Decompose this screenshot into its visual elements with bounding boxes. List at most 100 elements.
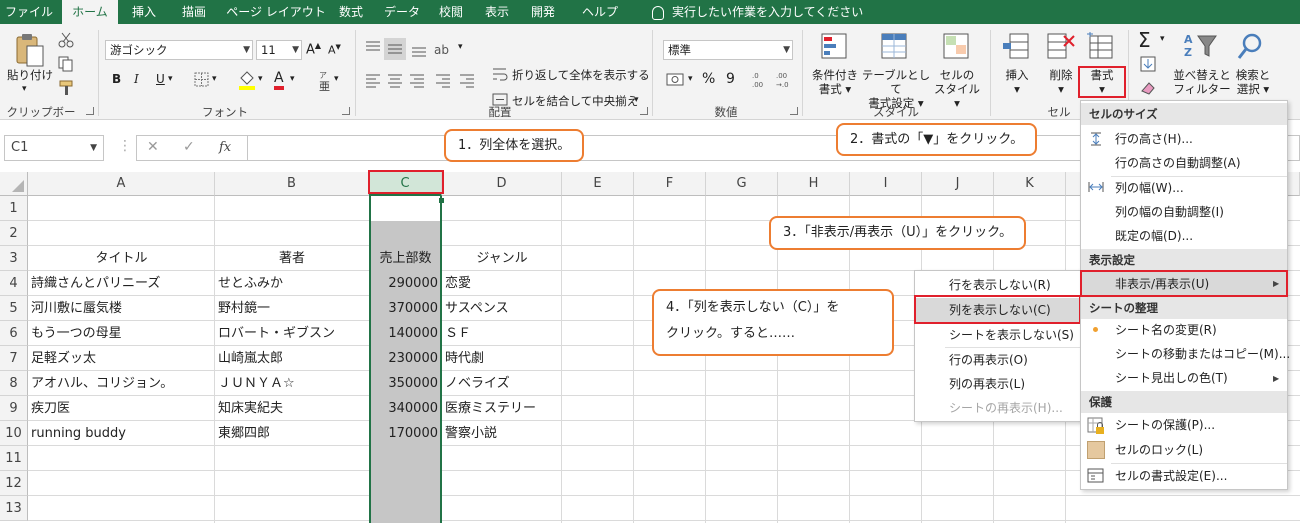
paste-label[interactable]: 貼り付け xyxy=(6,68,54,82)
bold-button[interactable]: B xyxy=(112,72,121,86)
cell-b8[interactable]: ＪＵＮＹＡ☆ xyxy=(218,371,368,396)
tab-home[interactable]: ホーム xyxy=(62,0,118,24)
menu-item-format-cells[interactable]: セルの書式設定(E)... xyxy=(1115,464,1227,488)
menu-item-protect-sheet[interactable]: シートの保護(P)... xyxy=(1115,413,1215,437)
tab-insert[interactable]: 挿入 xyxy=(124,0,164,24)
column-header-i[interactable]: I xyxy=(850,172,922,196)
cell-c5[interactable]: 370000 xyxy=(371,296,438,321)
column-header-d[interactable]: D xyxy=(442,172,562,196)
menu-item-autofit-row[interactable]: 行の高さの自動調整(A) xyxy=(1115,151,1241,175)
menu-item-default-width[interactable]: 既定の幅(D)... xyxy=(1115,224,1193,248)
cancel-icon[interactable]: ✕ xyxy=(147,139,159,155)
sort-filter-icon[interactable]: AZ xyxy=(1184,32,1218,62)
font-launcher-icon[interactable] xyxy=(342,107,350,115)
tab-view[interactable]: 表示 xyxy=(480,0,514,24)
row-header-1[interactable]: 1 xyxy=(0,196,28,221)
phonetic-dropdown-icon[interactable]: ▾ xyxy=(334,74,339,84)
clipboard-launcher-icon[interactable] xyxy=(86,107,94,115)
delete-cells-button[interactable]: 削除 ▾ xyxy=(1040,68,1082,96)
cell-b4[interactable]: せとふみか xyxy=(218,271,368,296)
alignment-launcher-icon[interactable] xyxy=(640,107,648,115)
cell-styles-icon[interactable] xyxy=(942,32,972,62)
column-header-g[interactable]: G xyxy=(706,172,778,196)
select-all-button[interactable] xyxy=(0,172,28,196)
conditional-formatting-button[interactable]: 条件付き 書式 ▾ xyxy=(808,68,862,96)
accounting-dropdown-icon[interactable]: ▾ xyxy=(688,74,693,84)
copy-icon[interactable] xyxy=(58,56,74,72)
row-header-9[interactable]: 9 xyxy=(0,396,28,421)
grow-font-button[interactable]: A▲ xyxy=(306,41,321,57)
paste-icon[interactable] xyxy=(14,32,46,68)
column-header-b[interactable]: B xyxy=(215,172,369,196)
cell-c10[interactable]: 170000 xyxy=(371,421,438,446)
cell-b3[interactable]: 著者 xyxy=(217,246,367,271)
shrink-font-button[interactable]: A▼ xyxy=(328,43,341,57)
horizontal-align-icons[interactable] xyxy=(364,72,484,90)
tab-draw[interactable]: 描画 xyxy=(172,0,216,24)
row-header-12[interactable]: 12 xyxy=(0,471,28,496)
cell-c4[interactable]: 290000 xyxy=(371,271,438,296)
cell-a9[interactable]: 疾刀医 xyxy=(31,396,213,421)
wrap-text-button[interactable]: 折り返して全体を表示する xyxy=(512,67,650,83)
row-header-5[interactable]: 5 xyxy=(0,296,28,321)
cell-a10[interactable]: running buddy xyxy=(31,421,213,446)
fill-color-icon[interactable] xyxy=(238,70,256,90)
cell-d9[interactable]: 医療ミステリー xyxy=(445,396,561,421)
cell-b7[interactable]: 山崎嵐太郎 xyxy=(218,346,368,371)
phonetic-guide-icon[interactable]: ア亜 xyxy=(316,70,334,92)
menu-item-rename-sheet[interactable]: シート名の変更(R) xyxy=(1115,318,1217,342)
tell-me-box[interactable]: 実行したい作業を入力してください xyxy=(652,0,863,24)
wrap-text-icon[interactable] xyxy=(492,66,508,82)
cell-a5[interactable]: 河川敷に蜃気楼 xyxy=(31,296,213,321)
enter-check-icon[interactable]: ✓ xyxy=(183,139,195,155)
format-painter-icon[interactable] xyxy=(58,80,76,96)
column-header-k[interactable]: K xyxy=(994,172,1066,196)
menu-item-lock-cell[interactable]: セルのロック(L) xyxy=(1115,438,1203,462)
tab-file[interactable]: ファイル xyxy=(0,0,58,24)
column-header-e[interactable]: E xyxy=(562,172,634,196)
cell-b9[interactable]: 知床実紀夫 xyxy=(218,396,368,421)
tab-formulas[interactable]: 数式 xyxy=(334,0,368,24)
accounting-format-icon[interactable] xyxy=(666,72,686,88)
cell-b5[interactable]: 野村鏡一 xyxy=(218,296,368,321)
cell-d7[interactable]: 時代劇 xyxy=(445,346,561,371)
fill-handle[interactable] xyxy=(439,198,444,203)
cell-a7[interactable]: 足軽ズッ太 xyxy=(31,346,213,371)
comma-style-button[interactable]: 9 xyxy=(726,71,735,87)
italic-button[interactable]: I xyxy=(134,72,139,86)
menu-item-unhide-rows[interactable]: 行の再表示(O) xyxy=(949,348,1028,372)
number-format-combo[interactable]: 標準 ▼ xyxy=(663,40,793,60)
row-header-3[interactable]: 3 xyxy=(0,246,28,271)
cell-a4[interactable]: 詩織さんとパリニーズ xyxy=(31,271,213,296)
menu-item-autofit-column[interactable]: 列の幅の自動調整(I) xyxy=(1115,200,1224,224)
cell-d3[interactable]: ジャンル xyxy=(444,246,560,271)
cell-a6[interactable]: もう一つの母星 xyxy=(31,321,213,346)
fill-down-icon[interactable] xyxy=(1140,56,1156,72)
column-header-a[interactable]: A xyxy=(28,172,215,196)
paste-dropdown-icon[interactable]: ▾ xyxy=(22,84,27,94)
underline-dropdown-icon[interactable]: ▾ xyxy=(168,74,173,84)
delete-cells-icon[interactable] xyxy=(1046,32,1076,62)
column-header-f[interactable]: F xyxy=(634,172,706,196)
menu-item-tab-color[interactable]: シート見出しの色(T) xyxy=(1115,366,1228,390)
borders-icon[interactable] xyxy=(194,72,210,88)
row-header-2[interactable]: 2 xyxy=(0,221,28,246)
tab-review[interactable]: 校閲 xyxy=(434,0,468,24)
find-select-button[interactable]: 検索と 選択 ▾ xyxy=(1228,68,1278,96)
number-launcher-icon[interactable] xyxy=(790,107,798,115)
row-header-11[interactable]: 11 xyxy=(0,446,28,471)
menu-item-hide-sheet[interactable]: シートを表示しない(S) xyxy=(949,323,1074,347)
font-color-dropdown-icon[interactable]: ▾ xyxy=(290,74,295,84)
cell-c9[interactable]: 340000 xyxy=(371,396,438,421)
cell-a8[interactable]: アオハル、コリジョン。 xyxy=(31,371,213,396)
cell-c8[interactable]: 350000 xyxy=(371,371,438,396)
cell-d5[interactable]: サスペンス xyxy=(445,296,561,321)
font-name-combo[interactable]: 游ゴシック ▼ xyxy=(105,40,253,60)
insert-function-icon[interactable]: fx xyxy=(219,140,231,155)
menu-item-row-height[interactable]: 行の高さ(H)... xyxy=(1115,127,1193,151)
menu-item-move-copy-sheet[interactable]: シートの移動またはコピー(M)... xyxy=(1115,342,1290,366)
active-cell-c1[interactable] xyxy=(371,196,440,221)
format-as-table-icon[interactable] xyxy=(880,32,910,62)
row-header-6[interactable]: 6 xyxy=(0,321,28,346)
cell-c7[interactable]: 230000 xyxy=(371,346,438,371)
